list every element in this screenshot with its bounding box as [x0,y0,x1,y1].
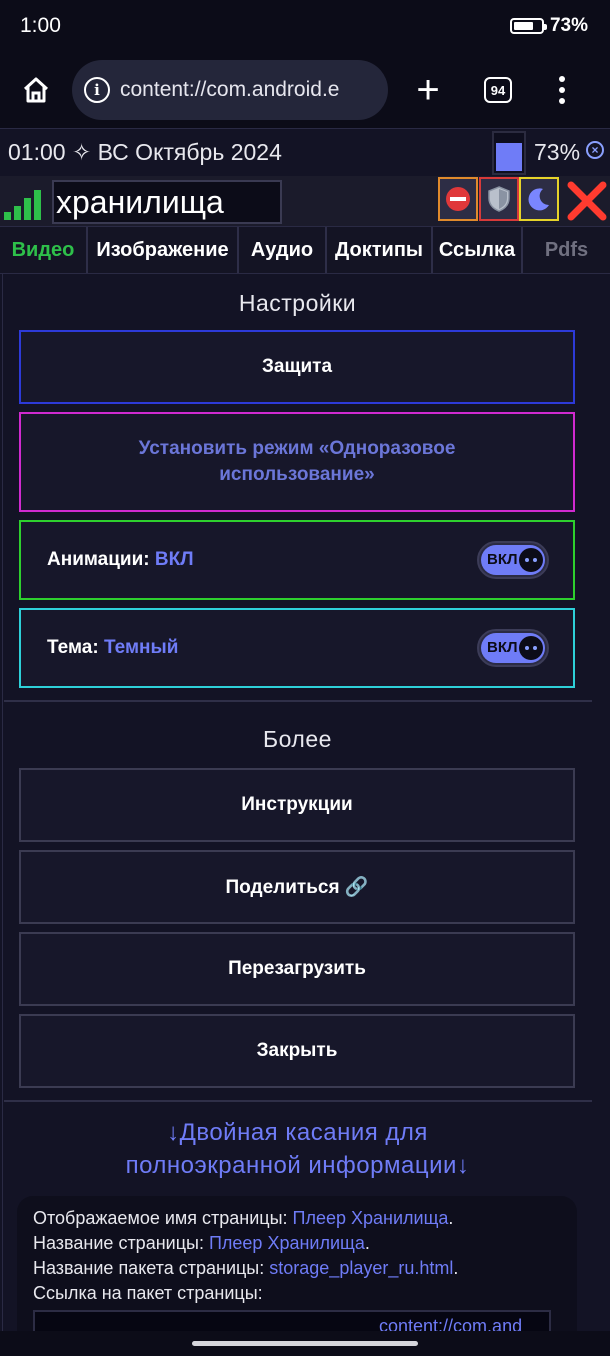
block-button[interactable] [438,177,478,221]
browser-toolbar: i content://com.android.e + 94 [0,52,610,128]
tab-pdfs[interactable]: Pdfs [523,227,610,273]
tab-doctypes[interactable]: Доктипы [327,227,433,273]
gesture-bar [0,1331,610,1356]
info-package-name: Название пакета страницы: storage_player… [33,1258,459,1278]
shield-button[interactable] [479,177,519,221]
page-name-field[interactable]: хранилища [52,180,282,224]
battery-indicator [492,131,526,175]
new-tab-button[interactable]: + [388,52,468,128]
close-button[interactable]: Закрыть [19,1014,575,1088]
theme-toggle[interactable]: ВКЛ [477,629,549,667]
more-title: Более [263,726,332,752]
dismiss-icon[interactable]: × [586,141,604,159]
page-top-info: 01:00 ✧ ВС Октябрь 2024 73% × [0,128,610,176]
animations-setting[interactable]: Анимации: ВКЛ ВКЛ [19,520,575,600]
tab-link[interactable]: Ссылка [433,227,523,273]
home-icon [23,77,49,103]
home-gesture-handle[interactable] [192,1341,418,1346]
info-page-name: Название страницы: Плеер Хранилища. [33,1233,370,1253]
share-button[interactable]: Поделиться 🔗 [19,850,575,924]
tabs-icon: 94 [484,77,512,103]
tab-audio[interactable]: Аудио [239,227,327,273]
protection-button[interactable]: Защита [19,330,575,404]
animations-value: ВКЛ [154,549,194,570]
more-vert-icon[interactable] [528,76,596,104]
divider [4,1100,592,1102]
info-display-name: Отображаемое имя страницы: Плеер Хранили… [33,1208,454,1228]
status-right: 73% [509,15,588,37]
battery-percent: 73% [549,15,588,36]
theme-value: Темный [103,637,179,658]
page-info-box[interactable]: Отображаемое имя страницы: Плеер Хранили… [17,1196,577,1331]
status-time: 1:00 [20,14,61,37]
package-link-field[interactable]: content://com.and [33,1310,551,1331]
theme-setting[interactable]: Тема: Темный ВКЛ [19,608,575,688]
battery-icon [509,18,547,34]
page-header: хранилища [0,176,610,226]
status-bar: 1:00 73% [0,0,610,52]
animations-toggle[interactable]: ВКЛ [477,541,549,579]
close-icon[interactable] [566,180,608,222]
url-text: content://com.android.e [120,78,340,101]
settings-title: Настройки [238,290,357,316]
category-tabs: Видео Изображение Аудио Доктипы Ссылка P… [0,226,610,274]
tabs-button[interactable]: 94 [468,77,528,103]
page-battery-percent: 73% [534,139,581,165]
shield-icon [488,186,510,212]
fullscreen-hint: ↓Двойная касания для полноэкранной инфор… [125,1119,470,1179]
home-button[interactable] [0,52,72,128]
theme-text: Тема: Темный [47,637,179,658]
info-icon[interactable]: i [84,77,110,103]
stop-icon [446,187,470,211]
date-time: 01:00 ✧ ВС Октябрь 2024 [8,139,282,165]
animations-text: Анимации: ВКЛ [47,549,194,570]
info-package-link-label: Ссылка на пакет страницы: [33,1283,263,1303]
tab-image[interactable]: Изображение [88,227,239,273]
theme-button[interactable] [519,177,559,221]
tab-video[interactable]: Видео [0,227,88,273]
settings-panel: Настройки Защита Установить режим «Однор… [2,274,592,1331]
signal-icon [4,190,41,220]
instructions-button[interactable]: Инструкции [19,768,575,842]
single-use-mode-button[interactable]: Установить режим «Одноразовое использова… [19,412,575,512]
plus-icon: + [416,68,440,112]
reload-button[interactable]: Перезагрузить [19,932,575,1006]
web-page: 01:00 ✧ ВС Октябрь 2024 73% × хранилища … [0,128,610,1331]
moon-icon [528,188,549,211]
url-bar[interactable]: i content://com.android.e [72,60,388,120]
